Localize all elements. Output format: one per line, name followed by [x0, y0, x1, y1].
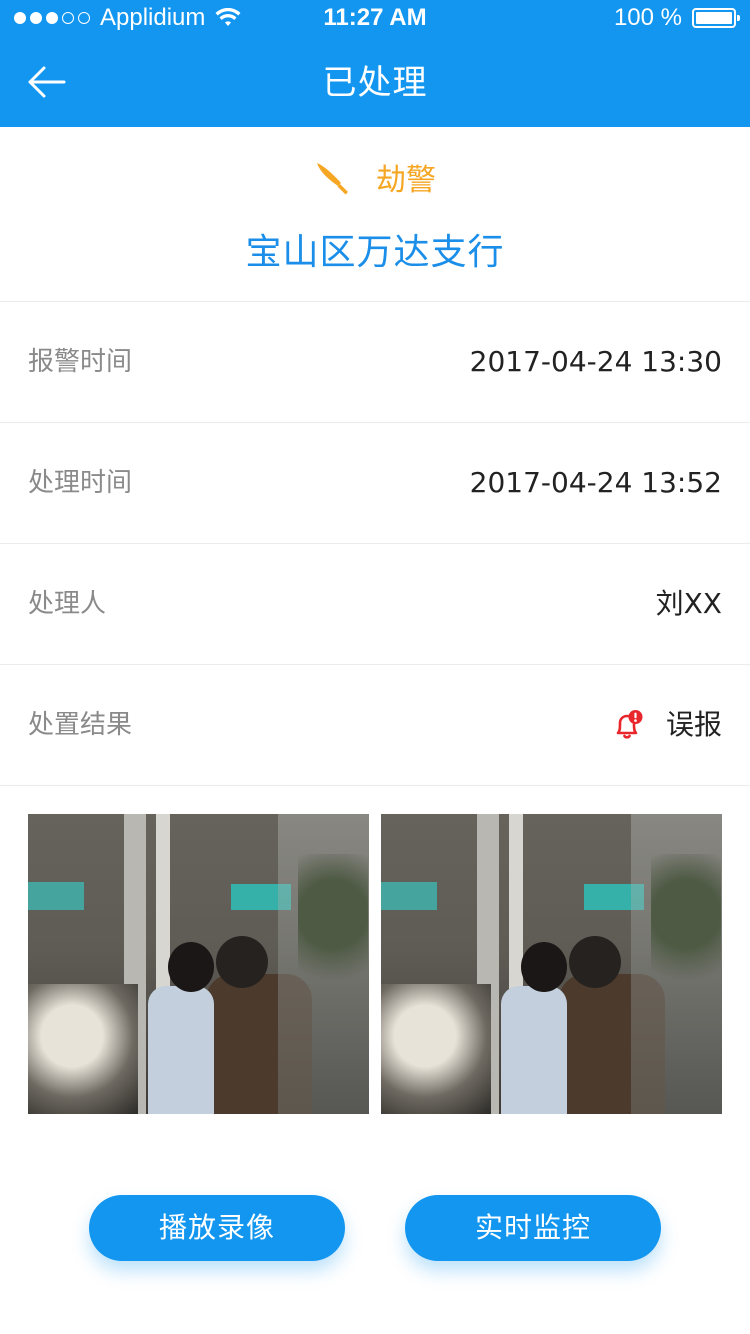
battery-percent: 100 %: [613, 4, 682, 31]
handle-time-value: 2017-04-24 13:52: [469, 466, 722, 499]
status-bar: Applidium 11:27 AM 100 %: [0, 0, 750, 36]
photo-person-head: [521, 942, 567, 992]
knife-icon: [317, 163, 348, 195]
snapshot-image[interactable]: [28, 814, 369, 1114]
photo-blur: [28, 984, 138, 1114]
detail-label: 处置结果: [28, 710, 133, 740]
status-right: 100 %: [613, 0, 740, 36]
detail-label: 报警时间: [28, 347, 133, 377]
branch-name: 宝山区万达支行: [245, 232, 505, 273]
detail-row-handler: 处理人 刘XX: [0, 544, 750, 665]
photo-person-head: [168, 942, 214, 992]
snapshot-image[interactable]: [381, 814, 722, 1114]
play-recording-button[interactable]: 播放录像: [89, 1195, 345, 1261]
detail-value: 2017-04-24 13:30: [470, 302, 722, 422]
alarm-type-label: 劫警: [376, 163, 436, 198]
alarm-header: 劫警 宝山区万达支行: [0, 127, 750, 302]
top-bar: Applidium 11:27 AM 100 % 已处理: [0, 0, 750, 127]
photo-person: [148, 986, 214, 1114]
bell-alert-icon: [616, 710, 643, 739]
photo-person-head: [569, 936, 621, 988]
photo-plant: [651, 854, 721, 1004]
detail-value: 刘XX: [656, 544, 722, 664]
detail-row-alarm-time: 报警时间 2017-04-24 13:30: [0, 302, 750, 423]
photo-person-head: [216, 936, 268, 988]
alarm-type: 劫警: [0, 155, 750, 199]
snapshot-gallery: [28, 814, 722, 1114]
photo-plant: [298, 854, 368, 1004]
detail-row-result: 处置结果 误报: [0, 665, 750, 786]
photo-sign: [381, 882, 437, 910]
detail-value: 2017-04-24 13:52: [470, 423, 722, 543]
detail-label: 处理人: [28, 589, 107, 619]
battery-fill: [696, 12, 732, 24]
live-monitor-button[interactable]: 实时监控: [405, 1195, 661, 1261]
alarm-time-value: 2017-04-24 13:30: [469, 345, 722, 378]
detail-value: 误报: [612, 665, 722, 785]
photo-sign: [28, 882, 84, 910]
battery-icon: [692, 8, 740, 28]
photo-blur: [381, 984, 491, 1114]
result-value: 误报: [665, 708, 722, 741]
navigation-bar: 已处理: [0, 40, 750, 127]
detail-label: 处理时间: [28, 468, 133, 498]
photo-person: [501, 986, 567, 1114]
page-title: 已处理: [322, 63, 428, 103]
handler-value: 刘XX: [655, 587, 722, 620]
detail-list: 报警时间 2017-04-24 13:30 处理时间 2017-04-24 13…: [0, 302, 750, 786]
detail-row-handle-time: 处理时间 2017-04-24 13:52: [0, 423, 750, 544]
